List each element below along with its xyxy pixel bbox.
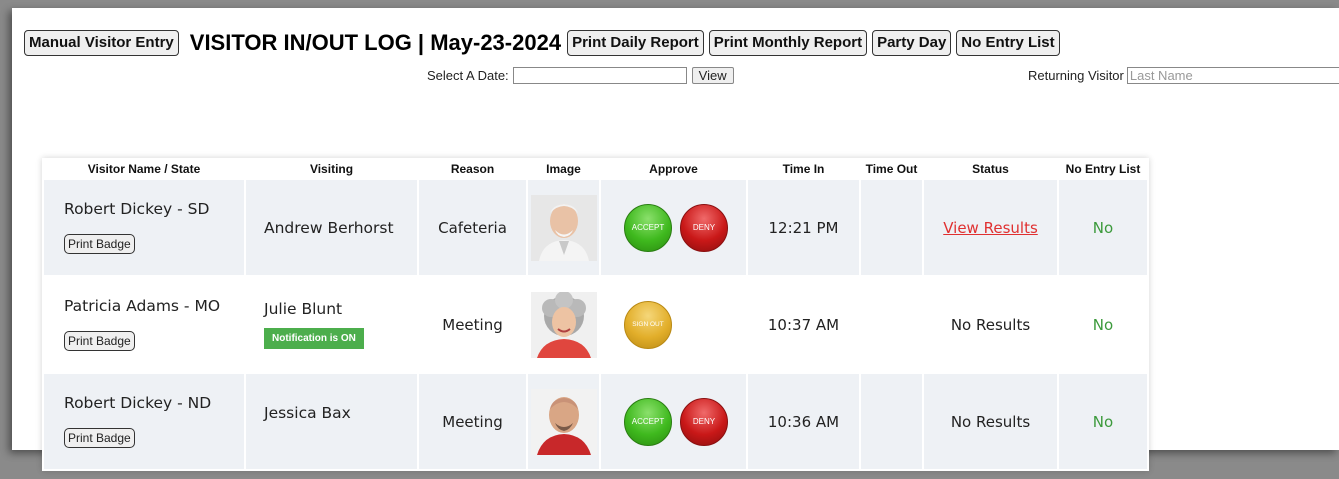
col-time-out: Time Out bbox=[861, 160, 922, 178]
col-no-entry-list: No Entry List bbox=[1059, 160, 1147, 178]
visitor-name: Robert Dickey - ND bbox=[64, 394, 212, 412]
no-entry-value: No bbox=[1092, 412, 1114, 431]
print-badge-button[interactable]: Print Badge bbox=[64, 428, 135, 448]
col-image: Image bbox=[528, 160, 599, 178]
visitor-log-table: Visitor Name / State Visiting Reason Ima… bbox=[42, 158, 1149, 471]
date-filter: Select A Date: View bbox=[427, 67, 734, 84]
visiting-cell: Andrew Berhorst bbox=[246, 180, 417, 275]
deny-button[interactable]: DENY bbox=[680, 397, 728, 446]
print-daily-report-button[interactable]: Print Daily Report bbox=[567, 30, 704, 56]
table-row: Robert Dickey - SD Print Badge Andrew Be… bbox=[44, 180, 1147, 275]
visiting-cell: Jessica Bax bbox=[246, 374, 417, 469]
approve-cell: ACCEPT DENY bbox=[601, 374, 746, 469]
visitor-name: Robert Dickey - SD bbox=[64, 200, 210, 218]
manual-visitor-entry-button[interactable]: Manual Visitor Entry bbox=[24, 30, 179, 56]
col-visiting: Visiting bbox=[246, 160, 417, 178]
visitor-photo bbox=[530, 388, 597, 455]
view-button[interactable]: View bbox=[691, 67, 734, 84]
status-cell: View Results bbox=[924, 180, 1057, 275]
col-time-in: Time In bbox=[748, 160, 859, 178]
reason-cell: Meeting bbox=[419, 277, 526, 372]
party-day-button[interactable]: Party Day bbox=[872, 30, 952, 56]
no-entry-cell: No bbox=[1059, 277, 1147, 372]
visitor-name-cell: Robert Dickey - ND Print Badge bbox=[44, 374, 244, 469]
returning-visitor-search: Returning Visitor bbox=[1028, 67, 1339, 84]
no-entry-cell: No bbox=[1059, 180, 1147, 275]
col-reason: Reason bbox=[419, 160, 526, 178]
time-out-cell bbox=[861, 277, 922, 372]
col-status: Status bbox=[924, 160, 1057, 178]
print-monthly-report-button[interactable]: Print Monthly Report bbox=[708, 30, 868, 56]
accept-button[interactable]: ACCEPT bbox=[624, 203, 672, 252]
print-badge-button[interactable]: Print Badge bbox=[64, 234, 135, 254]
time-in-cell: 12:21 PM bbox=[748, 180, 859, 275]
image-cell bbox=[528, 374, 599, 469]
no-entry-cell: No bbox=[1059, 374, 1147, 469]
notification-badge: Notification is ON bbox=[264, 328, 364, 349]
last-name-input[interactable] bbox=[1126, 67, 1339, 84]
reason-cell: Meeting bbox=[419, 374, 526, 469]
page-title: VISITOR IN/OUT LOG | May-23-2024 bbox=[189, 30, 562, 55]
visitor-name-cell: Patricia Adams - MO Print Badge bbox=[44, 277, 244, 372]
visiting-name: Julie Blunt bbox=[264, 300, 343, 318]
date-input[interactable] bbox=[512, 67, 687, 84]
col-approve: Approve bbox=[601, 160, 746, 178]
view-results-link[interactable]: View Results bbox=[943, 219, 1038, 237]
print-badge-button[interactable]: Print Badge bbox=[64, 331, 135, 351]
sign-out-button[interactable]: SIGN OUT bbox=[624, 300, 672, 349]
time-in-cell: 10:36 AM bbox=[748, 374, 859, 469]
page: Manual Visitor Entry VISITOR IN/OUT LOG … bbox=[12, 8, 1339, 471]
table-row: Patricia Adams - MO Print Badge Julie Bl… bbox=[44, 277, 1147, 372]
col-visitor-name: Visitor Name / State bbox=[44, 160, 244, 178]
table-row: Robert Dickey - ND Print Badge Jessica B… bbox=[44, 374, 1147, 469]
no-entry-value: No bbox=[1092, 315, 1114, 334]
no-entry-value: No bbox=[1092, 218, 1114, 237]
reason-cell: Cafeteria bbox=[419, 180, 526, 275]
time-out-cell bbox=[861, 374, 922, 469]
time-in-cell: 10:37 AM bbox=[748, 277, 859, 372]
visitor-name: Patricia Adams - MO bbox=[64, 297, 221, 315]
table-header-row: Visitor Name / State Visiting Reason Ima… bbox=[44, 160, 1147, 178]
returning-visitor-label: Returning Visitor bbox=[1028, 68, 1124, 83]
visiting-name: Andrew Berhorst bbox=[264, 218, 394, 237]
approve-cell: ACCEPT DENY bbox=[601, 180, 746, 275]
status-cell: No Results bbox=[924, 374, 1057, 469]
visiting-cell: Julie Blunt Notification is ON bbox=[246, 277, 417, 372]
visitor-photo bbox=[530, 291, 597, 358]
no-entry-list-button[interactable]: No Entry List bbox=[956, 30, 1060, 56]
visitor-photo bbox=[530, 194, 597, 261]
deny-button[interactable]: DENY bbox=[680, 203, 728, 252]
image-cell bbox=[528, 277, 599, 372]
time-out-cell bbox=[861, 180, 922, 275]
top-bar: Manual Visitor Entry VISITOR IN/OUT LOG … bbox=[24, 29, 1065, 57]
status-cell: No Results bbox=[924, 277, 1057, 372]
visitor-name-cell: Robert Dickey - SD Print Badge bbox=[44, 180, 244, 275]
image-cell bbox=[528, 180, 599, 275]
visiting-name: Jessica Bax bbox=[264, 404, 351, 422]
accept-button[interactable]: ACCEPT bbox=[624, 397, 672, 446]
approve-cell: SIGN OUT bbox=[601, 277, 746, 372]
date-label: Select A Date: bbox=[427, 68, 509, 83]
